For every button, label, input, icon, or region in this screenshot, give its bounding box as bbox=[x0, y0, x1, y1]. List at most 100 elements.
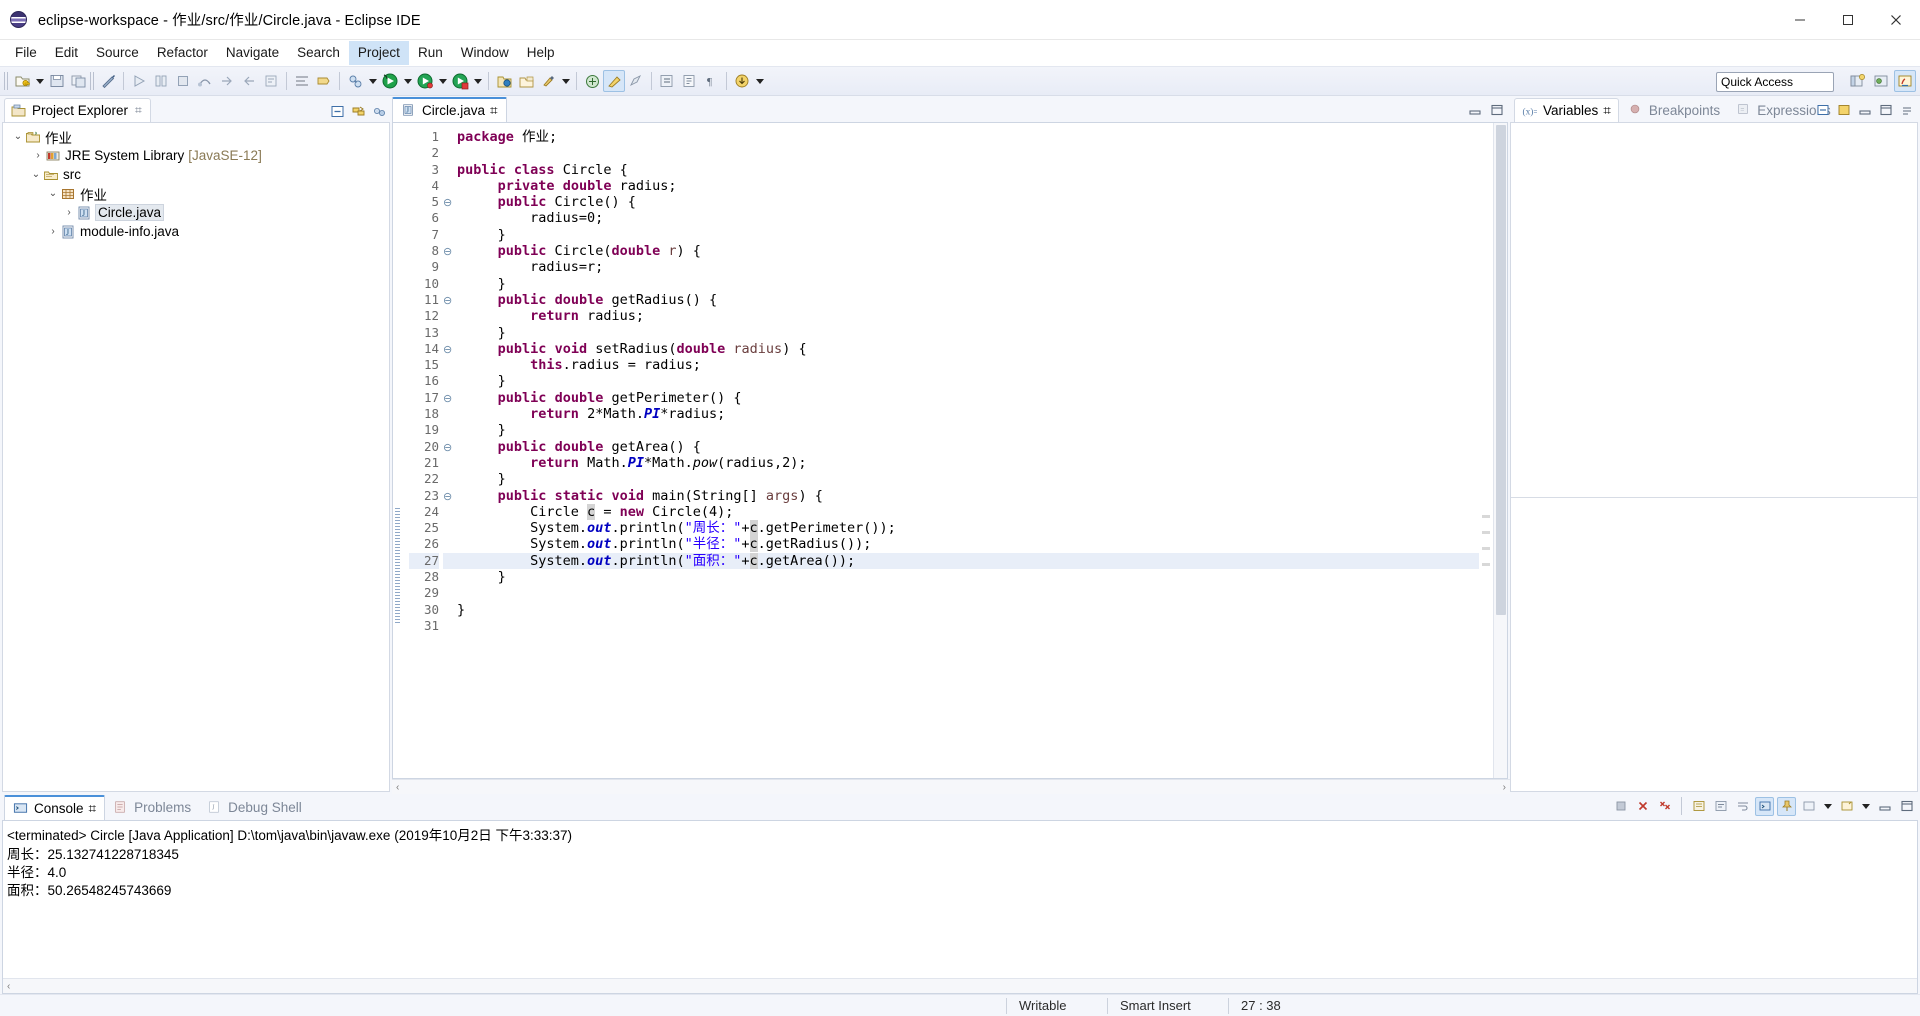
previous-edit-icon[interactable] bbox=[656, 70, 678, 92]
new-java-class-dropdown-icon[interactable] bbox=[366, 70, 379, 92]
console-horizontal-scrollbar[interactable]: ‹ bbox=[3, 978, 1917, 993]
step-over-icon[interactable] bbox=[194, 70, 216, 92]
tab-console[interactable]: Console ⌗ bbox=[4, 795, 106, 820]
console-output-area[interactable]: <terminated> Circle [Java Application] D… bbox=[2, 820, 1918, 994]
menu-refactor[interactable]: Refactor bbox=[148, 41, 217, 65]
code-line[interactable]: } bbox=[457, 422, 1479, 438]
close-icon[interactable]: ⌗ bbox=[135, 103, 142, 118]
remove-launch-icon[interactable] bbox=[1633, 797, 1652, 816]
open-console-icon[interactable] bbox=[1837, 797, 1856, 816]
code-line[interactable]: public Circle(double r) { bbox=[457, 243, 1479, 259]
code-line[interactable]: System.out.println("周长："+c.getPerimeter(… bbox=[457, 520, 1479, 537]
show-console-on-output-icon[interactable] bbox=[1755, 796, 1774, 816]
quick-access-input[interactable]: Quick Access bbox=[1716, 72, 1834, 92]
fold-marker[interactable] bbox=[443, 422, 457, 438]
pilcrow-icon[interactable]: ¶ bbox=[700, 70, 722, 92]
debug-icon[interactable] bbox=[379, 70, 401, 92]
show-logical-structure-icon[interactable] bbox=[1835, 101, 1853, 119]
pin-console-icon[interactable] bbox=[1777, 796, 1796, 816]
minimize-console-icon[interactable] bbox=[1875, 797, 1894, 816]
collapse-all-icon[interactable] bbox=[328, 102, 346, 120]
search-icon[interactable] bbox=[537, 70, 559, 92]
scroll-left-icon[interactable]: ‹ bbox=[7, 981, 10, 992]
run-dropdown-icon[interactable] bbox=[436, 70, 449, 92]
word-wrap-icon[interactable] bbox=[1733, 797, 1752, 816]
menu-search[interactable]: Search bbox=[288, 41, 349, 65]
close-icon[interactable]: ⌗ bbox=[89, 801, 97, 817]
editor-marker-gutter[interactable] bbox=[393, 123, 409, 778]
minimize-view-icon[interactable] bbox=[1466, 101, 1484, 119]
annotation-icon[interactable] bbox=[625, 70, 647, 92]
code-line[interactable]: } bbox=[457, 325, 1479, 341]
fold-marker[interactable] bbox=[443, 145, 457, 161]
scroll-left-icon[interactable]: ‹ bbox=[396, 782, 399, 793]
new-package-icon[interactable] bbox=[515, 70, 537, 92]
link-with-editor-icon[interactable] bbox=[349, 102, 367, 120]
open-console-dropdown-icon[interactable] bbox=[1859, 795, 1872, 817]
tab-breakpoints[interactable]: Breakpoints bbox=[1621, 98, 1727, 122]
tree-item-module-info-java[interactable]: › J module-info.java bbox=[3, 222, 389, 241]
fold-marker[interactable] bbox=[443, 552, 457, 570]
fold-marker[interactable] bbox=[443, 162, 457, 178]
debug-run-last-icon[interactable] bbox=[128, 70, 150, 92]
code-line[interactable] bbox=[457, 145, 1479, 161]
code-line[interactable]: return Math.PI*Math.pow(radius,2); bbox=[457, 455, 1479, 471]
fold-marker[interactable] bbox=[443, 308, 457, 324]
code-line[interactable]: return 2*Math.PI*radius; bbox=[457, 406, 1479, 422]
folding-gutter[interactable]: ⊖ ⊖ ⊖ ⊖ ⊖ ⊖ ⊖ bbox=[443, 123, 457, 778]
tree-item-jre-library[interactable]: › JRE System Library [JavaSE-12] bbox=[3, 146, 389, 165]
fold-marker[interactable]: ⊖ bbox=[443, 194, 457, 210]
chevron-down-icon[interactable]: ⌄ bbox=[29, 169, 43, 180]
download-dropdown-icon[interactable] bbox=[753, 70, 766, 92]
code-line[interactable]: public double getArea() { bbox=[457, 439, 1479, 455]
new-wizard-dropdown-icon[interactable] bbox=[33, 70, 46, 92]
code-line[interactable]: public double getRadius() { bbox=[457, 292, 1479, 308]
minimize-button[interactable] bbox=[1776, 0, 1824, 40]
menu-navigate[interactable]: Navigate bbox=[217, 41, 288, 65]
drop-to-frame-icon[interactable] bbox=[238, 70, 260, 92]
code-line[interactable]: public class Circle { bbox=[457, 162, 1479, 178]
quick-fix-icon[interactable] bbox=[97, 70, 119, 92]
annotation-overview-ruler[interactable] bbox=[1479, 123, 1493, 778]
variables-detail-splitter[interactable] bbox=[1511, 497, 1917, 498]
coverage-dropdown-icon[interactable] bbox=[471, 70, 484, 92]
chevron-down-icon[interactable]: ⌄ bbox=[11, 131, 25, 142]
open-type-icon[interactable] bbox=[581, 70, 603, 92]
use-step-filters-icon[interactable] bbox=[260, 70, 282, 92]
code-line[interactable]: System.out.println("面积："+c.getArea()); bbox=[457, 552, 1479, 570]
fold-marker[interactable]: ⊖ bbox=[443, 390, 457, 406]
code-line[interactable]: } bbox=[457, 227, 1479, 243]
menu-file[interactable]: File bbox=[6, 41, 46, 65]
tab-variables[interactable]: (x)= Variables ⌗ bbox=[1514, 98, 1619, 122]
display-selected-console-dropdown-icon[interactable] bbox=[1821, 795, 1834, 817]
tab-problems[interactable]: Problems bbox=[105, 795, 199, 820]
code-line[interactable]: } bbox=[457, 569, 1479, 585]
chevron-right-icon[interactable]: › bbox=[31, 150, 45, 161]
minimize-variables-icon[interactable] bbox=[1856, 101, 1874, 119]
code-line[interactable]: } bbox=[457, 471, 1479, 487]
scroll-lock-icon[interactable] bbox=[1711, 797, 1730, 816]
code-line[interactable]: } bbox=[457, 276, 1479, 292]
display-selected-console-icon[interactable] bbox=[1799, 797, 1818, 816]
clear-console-icon[interactable] bbox=[1689, 797, 1708, 816]
terminate-console-icon[interactable] bbox=[1611, 797, 1630, 816]
fold-marker[interactable] bbox=[443, 569, 457, 585]
fold-marker[interactable]: ⊖ bbox=[443, 292, 457, 308]
menu-project[interactable]: Project bbox=[348, 41, 409, 65]
chevron-right-icon[interactable]: › bbox=[46, 226, 60, 237]
maximize-console-icon[interactable] bbox=[1897, 797, 1916, 816]
step-into-icon[interactable] bbox=[150, 70, 172, 92]
fold-marker[interactable] bbox=[443, 618, 457, 634]
java-perspective-icon[interactable] bbox=[603, 70, 625, 92]
fold-marker[interactable] bbox=[443, 585, 457, 601]
code-line[interactable]: this.radius = radius; bbox=[457, 357, 1479, 373]
maximize-view-icon[interactable] bbox=[1488, 101, 1506, 119]
step-return-icon[interactable] bbox=[216, 70, 238, 92]
menu-source[interactable]: Source bbox=[87, 41, 148, 65]
perspective-java-icon[interactable] bbox=[1894, 70, 1916, 92]
fold-marker[interactable]: ⊖ bbox=[443, 243, 457, 259]
code-line[interactable]: radius=r; bbox=[457, 259, 1479, 275]
debug-dropdown-icon[interactable] bbox=[401, 70, 414, 92]
remove-all-launches-icon[interactable] bbox=[1655, 797, 1674, 816]
toolbar-grip[interactable] bbox=[4, 72, 9, 90]
